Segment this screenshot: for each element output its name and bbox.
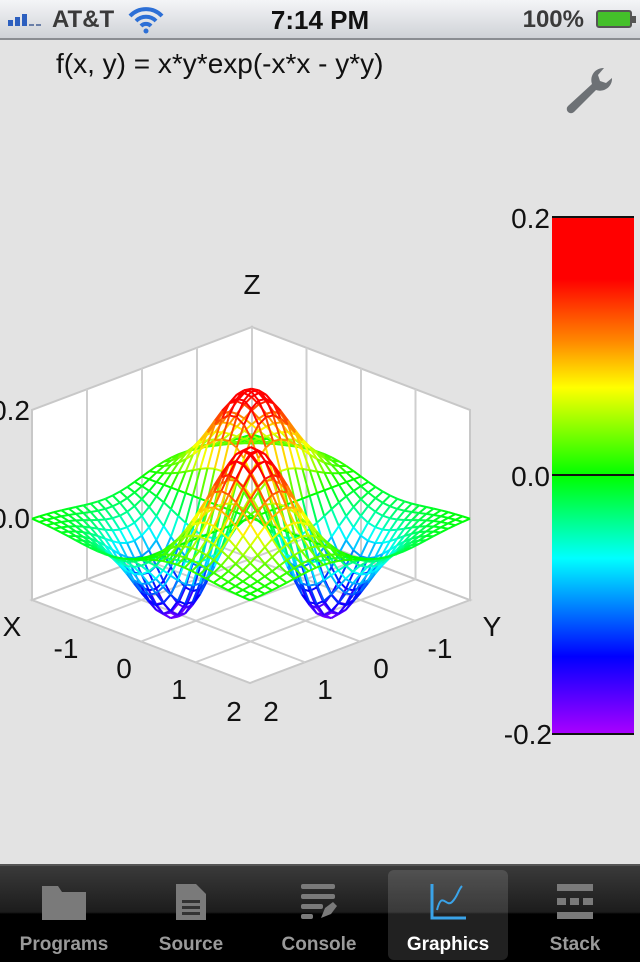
z-tick-label: 0.2 xyxy=(0,395,30,426)
x-tick-label: 2 xyxy=(226,696,242,727)
y-tick-label: 0 xyxy=(373,653,389,684)
surface-mesh-segment xyxy=(156,560,163,561)
tab-label: Graphics xyxy=(388,934,508,956)
function-formula: f(x, y) = x*y*exp(-x*x - y*y) xyxy=(56,48,383,80)
y-tick-label: 2 xyxy=(263,696,279,727)
tab-stack[interactable]: Stack xyxy=(515,870,635,960)
colorbar-mid-label: 0.0 xyxy=(511,461,550,492)
y-tick-label: -1 xyxy=(428,633,453,664)
surface-mesh-segment xyxy=(338,560,345,561)
x-tick-label: 1 xyxy=(171,674,187,705)
console-icon xyxy=(299,882,339,922)
battery-percent: 100% xyxy=(523,6,584,34)
z-tick-label: 0.0 xyxy=(0,503,30,534)
tab-bar: Programs Source Console Graphics Sta xyxy=(0,864,640,962)
surface-mesh-segment xyxy=(309,584,316,585)
colorbar-min-label: -0.2 xyxy=(504,719,552,750)
surface-mesh-segment xyxy=(207,468,214,469)
y-tick-label: 1 xyxy=(317,674,333,705)
surface-mesh-segment xyxy=(375,558,382,559)
battery-charging-icon xyxy=(596,10,632,28)
surface-mesh-segment xyxy=(112,530,119,531)
colorbar-max-label: 0.2 xyxy=(511,203,550,234)
tab-label: Source xyxy=(131,934,251,956)
surface-mesh-segment xyxy=(302,535,309,536)
surface-mesh-segment xyxy=(192,535,199,536)
y-axis-label: Y xyxy=(483,611,502,642)
stack-icon xyxy=(555,882,595,922)
surface-mesh-segment xyxy=(346,593,353,594)
tab-console[interactable]: Console xyxy=(259,870,379,960)
x-axis-label: X xyxy=(3,611,22,642)
surface-mesh-segment xyxy=(105,518,112,519)
surface-plot: Z X Y 0.2 0.0 -1 0 1 2 -1 0 1 2 0.2 0.0 … xyxy=(0,200,640,760)
status-bar: AT&T 7:14 PM 100% xyxy=(0,0,640,40)
graph-icon xyxy=(428,882,468,922)
surface-mesh-segment xyxy=(288,468,295,469)
document-icon xyxy=(174,882,208,922)
folder-icon xyxy=(40,882,88,922)
tab-label: Programs xyxy=(4,934,124,956)
surface-mesh-segment xyxy=(390,518,397,519)
tab-label: Console xyxy=(259,934,379,956)
tab-graphics[interactable]: Graphics xyxy=(388,870,508,960)
surface-mesh-segment xyxy=(119,558,126,559)
colorbar: 0.2 0.0 -0.2 xyxy=(504,203,634,750)
x-tick-label: 0 xyxy=(116,653,132,684)
tab-source[interactable]: Source xyxy=(131,870,251,960)
wrench-icon[interactable] xyxy=(560,62,620,118)
surface-mesh-segment xyxy=(185,584,192,585)
x-tick-label: -1 xyxy=(54,633,79,664)
tab-programs[interactable]: Programs xyxy=(4,870,124,960)
z-axis-label: Z xyxy=(243,269,260,300)
tab-label: Stack xyxy=(515,934,635,956)
